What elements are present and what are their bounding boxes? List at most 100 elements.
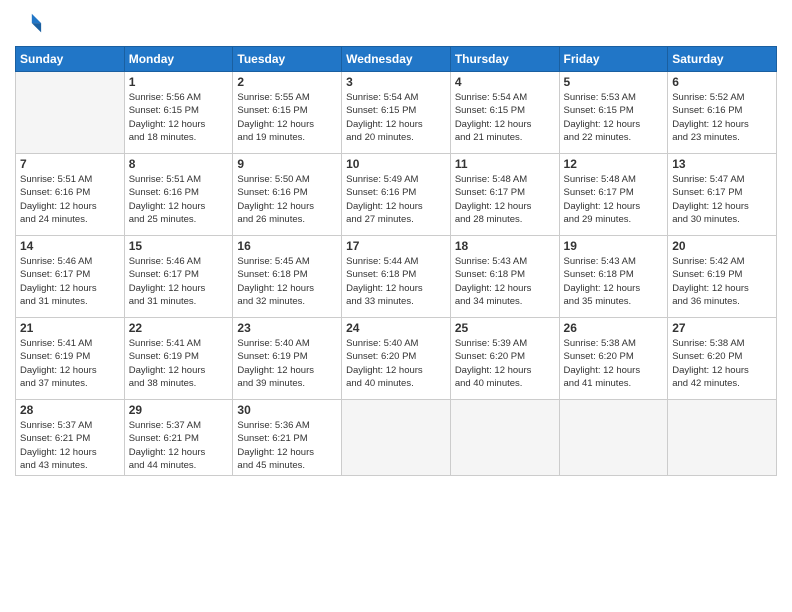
calendar-cell: 8Sunrise: 5:51 AM Sunset: 6:16 PM Daylig…	[124, 154, 233, 236]
calendar-cell: 16 Sunrise: 5:45 AM Sunset: 6:18 PM Dayli…	[233, 236, 342, 318]
calendar-cell: 11 Sunrise: 5:48 AM Sunset: 6:17 PM Dayli…	[450, 154, 559, 236]
day-number: 2	[237, 75, 337, 89]
day-info: Sunrise: 5:46 AM Sunset: 6:17 PM Dayligh…	[129, 255, 229, 308]
day-info: Sunrise: 5:36 AM Sunset: 6:21 PM Dayligh…	[237, 419, 337, 472]
day-number: 17	[346, 239, 446, 253]
calendar-cell: 10 Sunrise: 5:49 AM Sunset: 6:16 PM Dayli…	[342, 154, 451, 236]
day-info: Sunrise: 5:42 AM Sunset: 6:19 PM Dayligh…	[672, 255, 772, 308]
day-number: 23	[237, 321, 337, 335]
calendar-cell: 19 Sunrise: 5:43 AM Sunset: 6:18 PM Dayli…	[559, 236, 668, 318]
day-info: Sunrise: 5:41 AM Sunset: 6:19 PM Dayligh…	[20, 337, 120, 390]
calendar-cell: 26 Sunrise: 5:38 AM Sunset: 6:20 PM Dayli…	[559, 318, 668, 400]
day-info: Sunrise: 5:54 AM Sunset: 6:15 PM Dayligh…	[455, 91, 555, 144]
calendar-cell: 27Sunrise: 5:38 AM Sunset: 6:20 PM Dayli…	[668, 318, 777, 400]
day-info: Sunrise: 5:51 AM Sunset: 6:16 PM Dayligh…	[20, 173, 120, 226]
weekday-header-friday: Friday	[559, 47, 668, 72]
day-number: 30	[237, 403, 337, 417]
day-info: Sunrise: 5:43 AM Sunset: 6:18 PM Dayligh…	[455, 255, 555, 308]
calendar-row-4: 28 Sunrise: 5:37 AM Sunset: 6:21 PM Dayli…	[16, 400, 777, 476]
calendar-cell	[16, 72, 125, 154]
calendar-cell	[342, 400, 451, 476]
calendar-cell: 4 Sunrise: 5:54 AM Sunset: 6:15 PM Daylig…	[450, 72, 559, 154]
calendar-cell: 2 Sunrise: 5:55 AM Sunset: 6:15 PM Daylig…	[233, 72, 342, 154]
day-info: Sunrise: 5:49 AM Sunset: 6:16 PM Dayligh…	[346, 173, 446, 226]
day-number: 1	[129, 75, 229, 89]
day-info: Sunrise: 5:40 AM Sunset: 6:19 PM Dayligh…	[237, 337, 337, 390]
day-number: 14	[20, 239, 120, 253]
day-number: 22	[129, 321, 229, 335]
calendar-cell: 1 Sunrise: 5:56 AM Sunset: 6:15 PM Daylig…	[124, 72, 233, 154]
calendar-cell: 18 Sunrise: 5:43 AM Sunset: 6:18 PM Dayli…	[450, 236, 559, 318]
calendar-cell: 14 Sunrise: 5:46 AM Sunset: 6:17 PM Dayli…	[16, 236, 125, 318]
day-number: 13	[672, 157, 772, 171]
day-info: Sunrise: 5:40 AM Sunset: 6:20 PM Dayligh…	[346, 337, 446, 390]
day-info: Sunrise: 5:43 AM Sunset: 6:18 PM Dayligh…	[564, 255, 664, 308]
day-number: 6	[672, 75, 772, 89]
day-info: Sunrise: 5:54 AM Sunset: 6:15 PM Dayligh…	[346, 91, 446, 144]
day-info: Sunrise: 5:37 AM Sunset: 6:21 PM Dayligh…	[20, 419, 120, 472]
calendar-cell: 21 Sunrise: 5:41 AM Sunset: 6:19 PM Dayli…	[16, 318, 125, 400]
weekday-header-row: SundayMondayTuesdayWednesdayThursdayFrid…	[16, 47, 777, 72]
calendar-row-3: 21 Sunrise: 5:41 AM Sunset: 6:19 PM Dayli…	[16, 318, 777, 400]
day-info: Sunrise: 5:37 AM Sunset: 6:21 PM Dayligh…	[129, 419, 229, 472]
header	[15, 10, 777, 38]
calendar-cell	[450, 400, 559, 476]
calendar-row-2: 14 Sunrise: 5:46 AM Sunset: 6:17 PM Dayli…	[16, 236, 777, 318]
day-number: 19	[564, 239, 664, 253]
calendar-row-1: 7Sunrise: 5:51 AM Sunset: 6:16 PM Daylig…	[16, 154, 777, 236]
calendar-cell: 13 Sunrise: 5:47 AM Sunset: 6:17 PM Dayli…	[668, 154, 777, 236]
calendar: SundayMondayTuesdayWednesdayThursdayFrid…	[15, 46, 777, 476]
day-info: Sunrise: 5:38 AM Sunset: 6:20 PM Dayligh…	[564, 337, 664, 390]
weekday-header-wednesday: Wednesday	[342, 47, 451, 72]
calendar-cell	[559, 400, 668, 476]
day-info: Sunrise: 5:46 AM Sunset: 6:17 PM Dayligh…	[20, 255, 120, 308]
logo-icon	[15, 10, 43, 38]
day-number: 10	[346, 157, 446, 171]
day-number: 12	[564, 157, 664, 171]
page: SundayMondayTuesdayWednesdayThursdayFrid…	[0, 0, 792, 612]
day-info: Sunrise: 5:52 AM Sunset: 6:16 PM Dayligh…	[672, 91, 772, 144]
calendar-cell: 7Sunrise: 5:51 AM Sunset: 6:16 PM Daylig…	[16, 154, 125, 236]
calendar-cell: 29Sunrise: 5:37 AM Sunset: 6:21 PM Dayli…	[124, 400, 233, 476]
day-info: Sunrise: 5:47 AM Sunset: 6:17 PM Dayligh…	[672, 173, 772, 226]
day-info: Sunrise: 5:56 AM Sunset: 6:15 PM Dayligh…	[129, 91, 229, 144]
calendar-cell: 22Sunrise: 5:41 AM Sunset: 6:19 PM Dayli…	[124, 318, 233, 400]
calendar-cell: 28 Sunrise: 5:37 AM Sunset: 6:21 PM Dayli…	[16, 400, 125, 476]
day-number: 5	[564, 75, 664, 89]
day-info: Sunrise: 5:39 AM Sunset: 6:20 PM Dayligh…	[455, 337, 555, 390]
day-number: 11	[455, 157, 555, 171]
day-number: 27	[672, 321, 772, 335]
day-number: 21	[20, 321, 120, 335]
day-number: 9	[237, 157, 337, 171]
calendar-cell: 9 Sunrise: 5:50 AM Sunset: 6:16 PM Daylig…	[233, 154, 342, 236]
calendar-cell: 15Sunrise: 5:46 AM Sunset: 6:17 PM Dayli…	[124, 236, 233, 318]
day-number: 18	[455, 239, 555, 253]
day-info: Sunrise: 5:53 AM Sunset: 6:15 PM Dayligh…	[564, 91, 664, 144]
calendar-cell	[668, 400, 777, 476]
day-info: Sunrise: 5:50 AM Sunset: 6:16 PM Dayligh…	[237, 173, 337, 226]
day-number: 16	[237, 239, 337, 253]
logo	[15, 10, 47, 38]
day-number: 28	[20, 403, 120, 417]
calendar-cell: 3 Sunrise: 5:54 AM Sunset: 6:15 PM Daylig…	[342, 72, 451, 154]
day-number: 26	[564, 321, 664, 335]
day-info: Sunrise: 5:55 AM Sunset: 6:15 PM Dayligh…	[237, 91, 337, 144]
day-number: 20	[672, 239, 772, 253]
day-info: Sunrise: 5:51 AM Sunset: 6:16 PM Dayligh…	[129, 173, 229, 226]
calendar-cell: 25Sunrise: 5:39 AM Sunset: 6:20 PM Dayli…	[450, 318, 559, 400]
day-info: Sunrise: 5:48 AM Sunset: 6:17 PM Dayligh…	[564, 173, 664, 226]
calendar-cell: 23 Sunrise: 5:40 AM Sunset: 6:19 PM Dayli…	[233, 318, 342, 400]
calendar-cell: 30 Sunrise: 5:36 AM Sunset: 6:21 PM Dayli…	[233, 400, 342, 476]
day-number: 3	[346, 75, 446, 89]
calendar-row-0: 1 Sunrise: 5:56 AM Sunset: 6:15 PM Daylig…	[16, 72, 777, 154]
day-number: 4	[455, 75, 555, 89]
day-info: Sunrise: 5:44 AM Sunset: 6:18 PM Dayligh…	[346, 255, 446, 308]
calendar-cell: 12 Sunrise: 5:48 AM Sunset: 6:17 PM Dayli…	[559, 154, 668, 236]
calendar-cell: 20 Sunrise: 5:42 AM Sunset: 6:19 PM Dayli…	[668, 236, 777, 318]
weekday-header-thursday: Thursday	[450, 47, 559, 72]
day-info: Sunrise: 5:48 AM Sunset: 6:17 PM Dayligh…	[455, 173, 555, 226]
calendar-cell: 6 Sunrise: 5:52 AM Sunset: 6:16 PM Daylig…	[668, 72, 777, 154]
day-number: 24	[346, 321, 446, 335]
day-info: Sunrise: 5:45 AM Sunset: 6:18 PM Dayligh…	[237, 255, 337, 308]
calendar-cell: 5 Sunrise: 5:53 AM Sunset: 6:15 PM Daylig…	[559, 72, 668, 154]
